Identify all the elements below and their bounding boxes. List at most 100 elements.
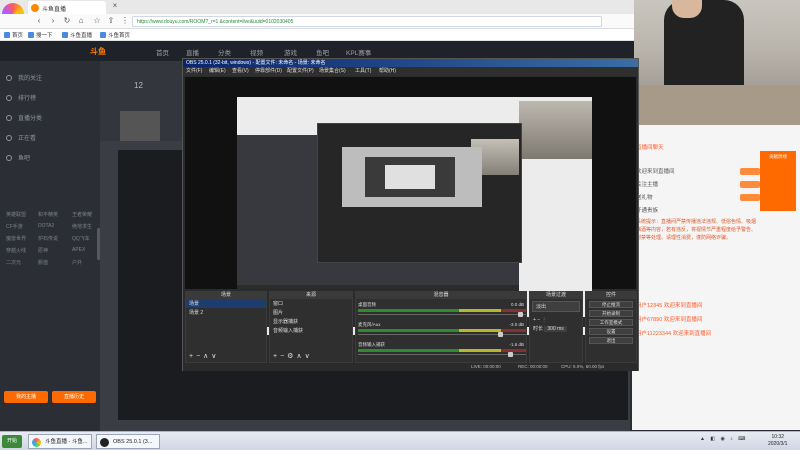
sidebar-label: 排行榜 [18, 96, 37, 102]
obs-window[interactable]: OBS 25.0.1 (32-bit, windows) - 配置文件: 未命名… [182, 58, 639, 371]
menu-icon[interactable]: ⋮ [120, 16, 130, 26]
sidebar-sub-item[interactable]: APEX [72, 247, 85, 253]
obs-menu-item[interactable]: 编辑(E) [209, 67, 226, 76]
rec-time: REC: 00:00:00 [518, 364, 548, 369]
bookmark-item[interactable]: 搜一下 [28, 31, 53, 39]
slider-knob[interactable] [508, 352, 513, 357]
site-nav-item[interactable]: 直播 [186, 47, 199, 57]
sidebar-sub-item[interactable]: 绝地求生 [72, 223, 92, 230]
mixer-dock: 混音器 桌面音频 0.0 dB 麦克风/Aux -3.0 dB 音频输入捕获 -… [355, 291, 527, 363]
duration-label: 时长 [533, 326, 544, 332]
room-thumbnail[interactable] [120, 111, 160, 141]
refresh-icon[interactable]: ↻ [62, 16, 72, 26]
rank-box[interactable]: 贡献周榜 [760, 151, 796, 211]
bookmark-item[interactable]: 斗鱼直播 [62, 31, 92, 39]
slider-knob[interactable] [498, 332, 503, 337]
studio-mode-button[interactable]: 工作室模式 [589, 319, 633, 326]
tab-up-icon[interactable]: ⇧ [106, 16, 116, 26]
sidebar-item-rank[interactable]: 排行榜 [6, 93, 36, 102]
sidebar-sub-item[interactable]: DOTA2 [38, 223, 54, 229]
bookmark-item[interactable]: 首页 [4, 31, 23, 39]
site-nav-item[interactable]: 分类 [218, 47, 231, 57]
volume-slider[interactable] [358, 332, 526, 338]
source-item[interactable]: 图片 [270, 308, 352, 317]
sidebar-sub-item[interactable]: 炉石传说 [38, 235, 58, 242]
sidebar-sub-item[interactable]: 原神 [38, 247, 48, 254]
source-item[interactable]: 显示器捕获 [270, 317, 352, 326]
sidebar-item-category[interactable]: 直播分类 [6, 113, 42, 122]
forward-icon[interactable]: › [48, 16, 58, 26]
browser-tab[interactable]: 斗鱼直播 [28, 1, 106, 14]
heart-icon [6, 75, 12, 82]
home-icon[interactable]: ⌂ [76, 16, 86, 26]
obs-preview[interactable] [185, 77, 636, 335]
slider-knob[interactable] [518, 312, 523, 317]
taskbar-task-obs[interactable]: OBS 25.0.1 (3... [96, 434, 160, 449]
scene-controls[interactable]: +−∧∨ [189, 352, 219, 360]
my-streamer-button[interactable]: 我的主播 [4, 391, 48, 403]
bookmarks-bar: 首页 搜一下 斗鱼直播 斗鱼首页 [0, 29, 634, 41]
site-nav-item[interactable]: KPL赛事 [346, 47, 371, 57]
sidebar-sub-item[interactable]: 颜值 [38, 259, 48, 266]
sidebar-label: 鱼吧 [18, 156, 31, 162]
back-icon[interactable]: ‹ [34, 16, 44, 26]
taskbar-task-browser[interactable]: 斗鱼直播 - 斗鱼... [28, 434, 92, 449]
start-button[interactable]: 开始 [2, 435, 22, 448]
task-label: 斗鱼直播 - 斗鱼... [45, 439, 88, 445]
sidebar-sub-item[interactable]: 王者荣耀 [72, 211, 92, 218]
stop-stream-button[interactable]: 停止推流 [589, 301, 633, 308]
sidebar-item-fishbar[interactable]: 鱼吧 [6, 153, 30, 162]
grid-icon [6, 115, 12, 122]
sidebar-sub-item[interactable]: 英雄联盟 [6, 211, 26, 218]
source-item[interactable]: 窗口 [270, 299, 352, 308]
site-nav-item[interactable]: 鱼吧 [316, 47, 329, 57]
system-tray[interactable]: ▲ ◧ ◉ ♪ ⌨ [700, 436, 747, 442]
sidebar-sub-item[interactable]: 二次元 [6, 259, 21, 266]
site-nav-item[interactable]: 首页 [156, 47, 169, 57]
obs-menu-item[interactable]: 停靠部件(D) [255, 67, 282, 76]
sidebar-sub-item[interactable]: QQ飞车 [72, 235, 90, 242]
bookmark-star-icon[interactable]: ☆ [92, 16, 102, 26]
sidebar-sub-item[interactable]: 穿越火线 [6, 247, 26, 254]
sidebar-sub-item[interactable]: CF手游 [6, 223, 23, 230]
volume-slider[interactable] [358, 312, 526, 318]
sidebar-sub-item[interactable]: 和平精英 [38, 211, 58, 218]
system-notice: 系统提示：直播间严禁传播违法违规、低俗色情、吸烟酗酒等内容，若有违反，将视情节严… [636, 219, 757, 241]
sidebar-item-watching[interactable]: 正在看 [6, 133, 36, 142]
site-nav-item[interactable]: 视频 [250, 47, 263, 57]
url-input[interactable]: https://www.douyu.com/ROOM?_r=1 &content… [132, 16, 602, 27]
transition-controls[interactable]: + − ⋮ [530, 316, 582, 324]
tab-favicon-icon [31, 4, 39, 12]
obs-titlebar[interactable]: OBS 25.0.1 (32-bit, windows) - 配置文件: 未命名… [183, 59, 638, 67]
obs-menu-item[interactable]: 场景集合(S) [319, 67, 346, 76]
chat-line: 关注主播 [636, 182, 659, 188]
sidebar-sub-item[interactable]: 户外 [72, 259, 82, 266]
scene-item[interactable]: 场景 2 [186, 308, 266, 317]
scene-item[interactable]: 场景 [186, 299, 266, 308]
site-brand[interactable]: 斗鱼 [90, 46, 106, 57]
source-controls[interactable]: +−⚙∧∨ [273, 352, 313, 360]
tab-close-icon[interactable]: × [110, 1, 120, 11]
transition-select[interactable]: 淡出 [532, 301, 580, 312]
browser-tab-bar: 斗鱼直播 × [0, 0, 634, 14]
bookmark-item[interactable]: 斗鱼首页 [100, 31, 130, 39]
obs-menu-item[interactable]: 工具(T) [355, 67, 371, 76]
duration-input[interactable]: 300 ms [544, 326, 567, 332]
history-button[interactable]: 直播历史 [52, 391, 96, 403]
volume-slider[interactable] [358, 352, 526, 358]
source-item[interactable]: 音频输入捕获 [270, 326, 352, 335]
obs-menu-item[interactable]: 查看(V) [232, 67, 249, 76]
site-nav-item[interactable]: 游戏 [284, 47, 297, 57]
track-db: 0.0 dB [510, 302, 524, 307]
sidebar-sub-item[interactable]: 魔兽世界 [6, 235, 26, 242]
left-sidebar: 我的关注 排行榜 直播分类 正在看 鱼吧 英雄联盟 和平精英 王者荣耀 CF手游… [0, 61, 100, 431]
exit-button[interactable]: 退出 [589, 337, 633, 344]
sidebar-item-follow[interactable]: 我的关注 [6, 73, 42, 82]
start-recording-button[interactable]: 开始录制 [589, 310, 633, 317]
obs-menu-item[interactable]: 文件(F) [186, 67, 202, 76]
obs-menu-item[interactable]: 配置文件(P) [287, 67, 314, 76]
track-name: 桌面音频 [358, 302, 376, 307]
settings-button[interactable]: 设置 [589, 328, 633, 335]
clock[interactable]: 10:32 2020/3/1 [768, 434, 787, 448]
obs-menu-item[interactable]: 帮助(H) [379, 67, 396, 76]
